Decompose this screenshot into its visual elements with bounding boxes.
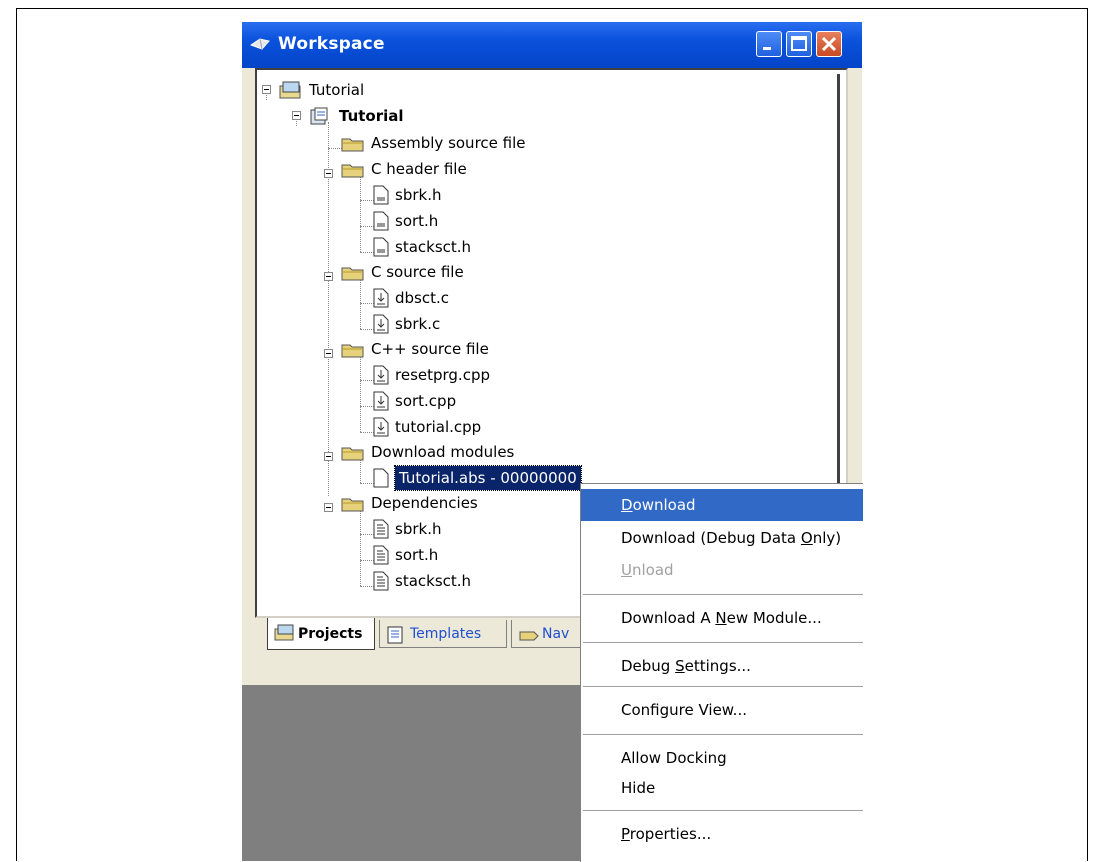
navigation-icon (519, 631, 539, 641)
minimize-icon (763, 47, 771, 50)
close-button[interactable] (816, 31, 842, 57)
menu-separator (583, 594, 863, 595)
menu-allow-docking[interactable]: Allow Docking (581, 742, 863, 774)
tab-navigation[interactable]: Nav (511, 620, 591, 648)
collapse-toggle[interactable] (324, 349, 333, 358)
workspace-tree-icon (274, 624, 294, 641)
header-file-icon (373, 237, 389, 257)
project-icon (310, 107, 328, 125)
menu-download-debug-data-only[interactable]: Download (Debug Data Only) (581, 522, 863, 554)
menu-download[interactable]: Download (581, 489, 863, 521)
templates-icon (387, 626, 403, 644)
context-menu: Download Download (Debug Data Only) Unlo… (580, 483, 863, 862)
menu-download-new-module[interactable]: Download A New Module... (581, 602, 863, 634)
menu-unload: Unload (621, 561, 674, 579)
collapse-toggle[interactable] (324, 272, 333, 281)
collapse-toggle[interactable] (262, 85, 271, 94)
menu-hide[interactable]: Hide (581, 772, 863, 804)
header-file-icon (373, 211, 389, 231)
tab-projects[interactable]: Projects (267, 618, 375, 650)
source-file-icon (373, 417, 389, 437)
menu-configure-view[interactable]: Configure View... (581, 694, 863, 726)
folder-icon (341, 498, 364, 512)
folder-icon (341, 138, 364, 152)
folder-icon (341, 447, 364, 461)
header-file-icon (373, 185, 389, 205)
tree-line (360, 508, 361, 586)
maximize-icon (791, 36, 807, 51)
folder-icon (341, 267, 364, 281)
menu-properties[interactable]: Properties... (581, 818, 863, 850)
menu-separator (583, 642, 863, 643)
maximize-button[interactable] (786, 31, 812, 57)
dependency-file-icon (373, 545, 389, 565)
menu-separator (583, 810, 863, 811)
dependency-file-icon (373, 519, 389, 539)
folder-icon (341, 344, 364, 358)
menu-separator (583, 686, 863, 687)
module-file-icon (373, 468, 389, 488)
minimize-button[interactable] (756, 31, 782, 57)
collapse-toggle[interactable] (292, 111, 301, 120)
tree-root-label: Tutorial (309, 81, 365, 99)
source-file-icon (373, 365, 389, 385)
tree-line (360, 354, 361, 432)
collapse-toggle[interactable] (324, 503, 333, 512)
source-file-icon (373, 288, 389, 308)
source-file-icon (373, 391, 389, 411)
collapse-toggle[interactable] (324, 169, 333, 178)
title-bar[interactable]: Workspace (242, 22, 862, 68)
menu-debug-settings[interactable]: Debug Settings... (581, 650, 863, 682)
collapse-toggle[interactable] (324, 452, 333, 461)
tree-line (360, 174, 361, 252)
folder-icon (341, 164, 364, 178)
source-file-icon (373, 314, 389, 334)
tree-line (328, 122, 329, 496)
window-title: Workspace (278, 34, 385, 54)
workspace-tree-icon (279, 81, 301, 99)
tree-project-label: Tutorial (339, 107, 404, 125)
close-icon (821, 36, 837, 52)
workspace-icon (250, 38, 270, 50)
dependency-file-icon (373, 571, 389, 591)
tab-templates[interactable]: Templates (379, 620, 507, 648)
menu-separator (583, 734, 863, 735)
selected-module-label: Tutorial.abs - 00000000 (394, 465, 582, 491)
